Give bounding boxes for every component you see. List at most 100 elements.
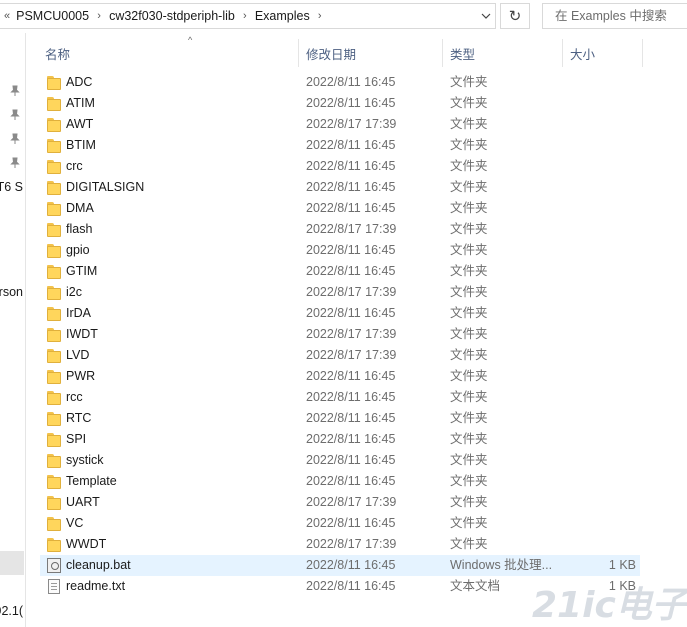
folder-icon: [47, 369, 61, 384]
file-type: Windows 批处理...: [450, 558, 553, 572]
file-type: 文件夹: [450, 180, 488, 194]
chevron-down-icon[interactable]: [476, 3, 496, 29]
folder-icon: [47, 474, 61, 489]
folder-row[interactable]: VC 2022/8/11 16:45 文件夹: [40, 513, 640, 534]
folder-row[interactable]: WWDT 2022/8/17 17:39 文件夹: [40, 534, 640, 555]
folder-row[interactable]: IWDT 2022/8/17 17:39 文件夹: [40, 324, 640, 345]
file-row[interactable]: cleanup.bat 2022/8/11 16:45 Windows 批处理...…: [40, 555, 640, 576]
folder-row[interactable]: systick 2022/8/11 16:45 文件夹: [40, 450, 640, 471]
search-box[interactable]: [542, 3, 687, 29]
folder-icon: [47, 495, 61, 510]
file-name: RTC: [66, 411, 92, 425]
file-name: ADC: [66, 75, 93, 89]
file-date: 2022/8/11 16:45: [306, 369, 396, 383]
folder-row[interactable]: AWT 2022/8/17 17:39 文件夹: [40, 114, 640, 135]
breadcrumb-separator-icon[interactable]: ›: [89, 10, 109, 22]
column-header-type[interactable]: 类型: [450, 44, 475, 63]
folder-row[interactable]: SPI 2022/8/11 16:45 文件夹: [40, 429, 640, 450]
file-name: AWT: [66, 117, 94, 131]
folder-row[interactable]: crc 2022/8/11 16:45 文件夹: [40, 156, 640, 177]
nav-item-fragment[interactable]: T6 S: [0, 180, 23, 194]
folder-icon: [47, 285, 61, 300]
folder-icon: [47, 327, 61, 342]
nav-item-fragment[interactable]: 92.1(: [0, 604, 23, 618]
file-name: IWDT: [66, 327, 98, 341]
column-divider[interactable]: [562, 39, 563, 67]
file-date: 2022/8/11 16:45: [306, 180, 396, 194]
folder-icon: [47, 222, 61, 237]
breadcrumb-overflow-icon[interactable]: «: [4, 10, 10, 22]
column-divider[interactable]: [642, 39, 643, 67]
folder-row[interactable]: Template 2022/8/11 16:45 文件夹: [40, 471, 640, 492]
file-name: SPI: [66, 432, 87, 446]
breadcrumb-examples[interactable]: Examples: [255, 9, 310, 23]
file-name: gpio: [66, 243, 90, 257]
folder-row[interactable]: gpio 2022/8/11 16:45 文件夹: [40, 240, 640, 261]
file-date: 2022/8/11 16:45: [306, 474, 396, 488]
file-type: 文件夹: [450, 390, 488, 404]
file-type: 文件夹: [450, 159, 488, 173]
file-date: 2022/8/17 17:39: [306, 495, 397, 509]
folder-icon: [47, 264, 61, 279]
file-date: 2022/8/17 17:39: [306, 348, 397, 362]
folder-row[interactable]: ATIM 2022/8/11 16:45 文件夹: [40, 93, 640, 114]
file-type: 文件夹: [450, 201, 488, 215]
file-date: 2022/8/11 16:45: [306, 96, 396, 110]
file-name: BTIM: [66, 138, 96, 152]
file-name: Template: [66, 474, 117, 488]
file-size: 1 KB: [608, 558, 636, 572]
search-input[interactable]: [553, 8, 687, 24]
column-divider[interactable]: [442, 39, 443, 67]
refresh-button[interactable]: ↻: [500, 3, 530, 29]
file-type: 文件夹: [450, 432, 488, 446]
file-type: 文件夹: [450, 264, 488, 278]
column-header-date[interactable]: 修改日期: [306, 44, 356, 63]
column-header-name[interactable]: 名称: [45, 44, 70, 63]
nav-item-selected[interactable]: [0, 551, 24, 575]
folder-row[interactable]: rcc 2022/8/11 16:45 文件夹: [40, 387, 640, 408]
address-bar[interactable]: « PSMCU0005 › cw32f030-stdperiph-lib › E…: [0, 3, 496, 29]
folder-row[interactable]: flash 2022/8/17 17:39 文件夹: [40, 219, 640, 240]
file-name: PWR: [66, 369, 96, 383]
file-date: 2022/8/11 16:45: [306, 453, 396, 467]
file-name: WWDT: [66, 537, 107, 551]
folder-row[interactable]: BTIM 2022/8/11 16:45 文件夹: [40, 135, 640, 156]
folder-row[interactable]: GTIM 2022/8/11 16:45 文件夹: [40, 261, 640, 282]
watermark-text: 21ic电子网: [532, 585, 687, 623]
breadcrumb-psmcu0005[interactable]: PSMCU0005: [16, 9, 89, 23]
folder-row[interactable]: UART 2022/8/17 17:39 文件夹: [40, 492, 640, 513]
folder-row[interactable]: DMA 2022/8/11 16:45 文件夹: [40, 198, 640, 219]
file-type: 文件夹: [450, 96, 488, 110]
breadcrumb-cw32f030-stdperiph-lib[interactable]: cw32f030-stdperiph-lib: [109, 9, 235, 23]
folder-row[interactable]: i2c 2022/8/17 17:39 文件夹: [40, 282, 640, 303]
folder-row[interactable]: LVD 2022/8/17 17:39 文件夹: [40, 345, 640, 366]
file-date: 2022/8/11 16:45: [306, 75, 396, 89]
folder-row[interactable]: IrDA 2022/8/11 16:45 文件夹: [40, 303, 640, 324]
file-type: 文件夹: [450, 327, 488, 341]
folder-icon: [47, 201, 61, 216]
folder-row[interactable]: ADC 2022/8/11 16:45 文件夹: [40, 72, 640, 93]
file-date: 2022/8/17 17:39: [306, 117, 397, 131]
batch-file-icon: [47, 558, 61, 573]
folder-icon: [47, 390, 61, 405]
folder-row[interactable]: RTC 2022/8/11 16:45 文件夹: [40, 408, 640, 429]
column-divider[interactable]: [298, 39, 299, 67]
file-type: 文件夹: [450, 453, 488, 467]
file-type: 文件夹: [450, 243, 488, 257]
file-name: ATIM: [66, 96, 95, 110]
breadcrumb-separator-icon[interactable]: ›: [310, 10, 330, 22]
folder-icon: [47, 180, 61, 195]
column-header-size[interactable]: 大小: [570, 44, 595, 63]
file-type: 文件夹: [450, 369, 488, 383]
file-type: 文件夹: [450, 138, 488, 152]
navigation-pane[interactable]: T6 S rson 92.1(: [0, 33, 26, 627]
file-name: VC: [66, 516, 84, 530]
file-type: 文件夹: [450, 222, 488, 236]
breadcrumb-separator-icon[interactable]: ›: [235, 10, 255, 22]
folder-icon: [47, 96, 61, 111]
file-type: 文件夹: [450, 75, 488, 89]
folder-icon: [47, 75, 61, 90]
folder-row[interactable]: DIGITALSIGN 2022/8/11 16:45 文件夹: [40, 177, 640, 198]
nav-item-fragment[interactable]: rson: [0, 285, 23, 299]
folder-row[interactable]: PWR 2022/8/11 16:45 文件夹: [40, 366, 640, 387]
